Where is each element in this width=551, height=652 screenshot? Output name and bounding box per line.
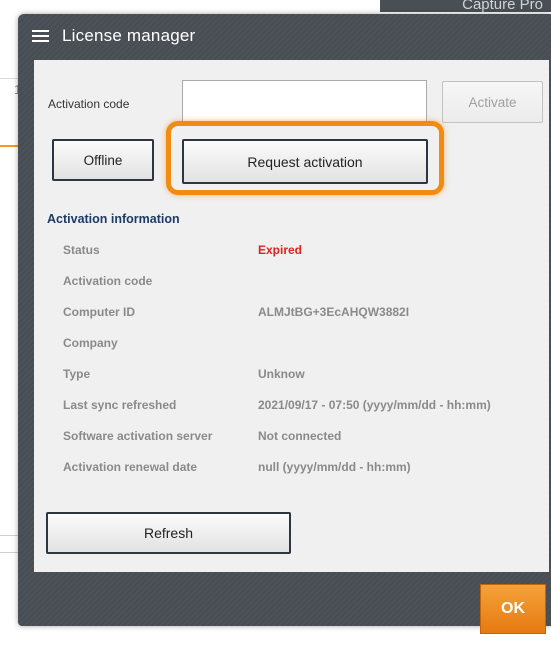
info-value: Unknow — [258, 367, 305, 381]
info-key: Company — [63, 336, 118, 350]
background-app-title: Capture Pro — [462, 0, 543, 13]
dialog-titlebar: License manager — [18, 14, 551, 60]
background-app-titlebar: Capture Pro — [380, 0, 551, 13]
activation-information-title: Activation information — [47, 212, 180, 226]
info-value: 2021/09/17 - 07:50 (yyyy/mm/dd - hh:mm) — [258, 398, 491, 412]
info-key: Activation renewal date — [63, 460, 198, 474]
status-value: Expired — [258, 243, 303, 257]
info-key: Software activation server — [63, 429, 213, 443]
info-row-activation-server: Software activation server Not connected — [34, 429, 549, 449]
info-value: ALMJtBG+3EcAHQW3882I — [258, 305, 410, 319]
info-key: Status — [63, 243, 100, 257]
info-key: Computer ID — [63, 305, 135, 319]
info-row-company: Company — [34, 336, 549, 356]
info-key: Last sync refreshed — [63, 398, 177, 412]
info-row-computer-id: Computer ID ALMJtBG+3EcAHQW3882I — [34, 305, 549, 325]
info-value: Not connected — [258, 429, 342, 443]
info-row-renewal-date: Activation renewal date null (yyyy/mm/dd… — [34, 460, 549, 480]
info-row-status: Status Expired — [34, 243, 549, 263]
info-value: null (yyyy/mm/dd - hh:mm) — [258, 460, 411, 474]
info-row-activation-code: Activation code — [34, 274, 549, 294]
refresh-button[interactable]: Refresh — [46, 512, 291, 554]
info-key: Activation code — [63, 274, 153, 288]
info-row-type: Type Unknow — [34, 367, 549, 387]
info-key: Type — [63, 367, 91, 381]
license-manager-dialog: License manager Activation code Activate… — [18, 14, 551, 634]
screen: Capture Pro 1 License manager Activation… — [0, 0, 551, 652]
activation-code-input[interactable] — [182, 80, 427, 124]
info-row-last-sync: Last sync refreshed 2021/09/17 - 07:50 (… — [34, 398, 549, 418]
hamburger-menu-icon[interactable] — [32, 30, 49, 42]
ok-button[interactable]: OK — [480, 584, 546, 634]
request-activation-button[interactable]: Request activation — [182, 139, 428, 184]
dialog-content: Activation code Activate Offline Request… — [34, 60, 549, 572]
dialog-title: License manager — [62, 26, 196, 45]
offline-button[interactable]: Offline — [52, 139, 154, 181]
activate-button[interactable]: Activate — [442, 81, 543, 123]
activation-code-label: Activation code — [48, 97, 130, 111]
